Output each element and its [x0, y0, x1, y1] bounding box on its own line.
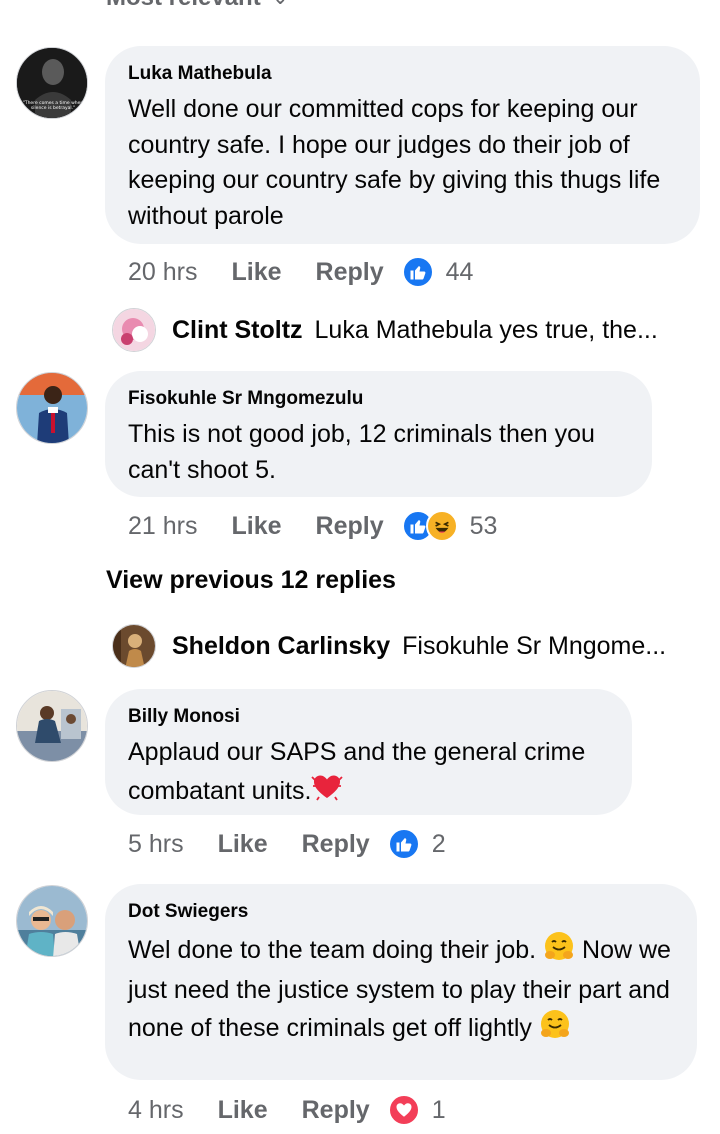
comment-text-part: Wel done to the team doing their job. [128, 935, 537, 964]
avatar[interactable] [16, 372, 88, 444]
like-button[interactable]: Like [231, 258, 281, 287]
heart-emoji-icon [311, 771, 344, 814]
svg-text:silence is betrayal.": silence is betrayal." [31, 105, 75, 111]
comment-actions: 4 hrs Like Reply 1 [128, 1092, 446, 1128]
comment-bubble: Billy Monosi Applaud our SAPS and the ge… [105, 689, 632, 815]
reply-author[interactable]: Clint Stoltz [172, 316, 303, 345]
reply-button[interactable]: Reply [316, 258, 384, 287]
haha-reaction-icon[interactable] [425, 510, 458, 542]
reply-preview[interactable]: Clint Stoltz Luka Mathebula yes true, th… [112, 306, 658, 354]
comment-author[interactable]: Dot Swiegers [128, 900, 673, 924]
avatar[interactable] [16, 690, 88, 762]
comment-bubble: Dot Swiegers Wel done to the team doing … [105, 884, 697, 1080]
comment-actions: 5 hrs Like Reply 2 [128, 826, 446, 862]
comment-text: This is not good job, 12 criminals then … [128, 420, 595, 484]
like-reaction-icon[interactable] [401, 256, 434, 288]
comment-text: Applaud our SAPS and the general crime c… [128, 738, 586, 805]
comment-bubble: Luka Mathebula Well done our committed c… [105, 46, 700, 244]
like-button[interactable]: Like [218, 830, 268, 859]
comment-author[interactable]: Billy Monosi [128, 705, 608, 729]
comment-time[interactable]: 20 hrs [128, 258, 197, 287]
comment-author[interactable]: Luka Mathebula [128, 62, 676, 86]
like-button[interactable]: Like [218, 1096, 268, 1125]
like-button[interactable]: Like [231, 512, 281, 541]
like-reaction-icon[interactable] [387, 828, 420, 860]
reaction-count[interactable]: 1 [432, 1096, 446, 1125]
avatar[interactable] [16, 885, 88, 957]
avatar[interactable]: "There comes a time when silence is betr… [16, 47, 88, 119]
view-previous-replies-link[interactable]: View previous 12 replies [106, 566, 396, 595]
love-reaction-icon[interactable] [387, 1094, 420, 1126]
reply-snippet: Fisokuhle Sr Mngome... [402, 631, 667, 660]
reply-button[interactable]: Reply [302, 1096, 370, 1125]
reaction-count[interactable]: 53 [470, 512, 498, 541]
hug-emoji-icon [543, 930, 575, 973]
sort-label: Most relevant [106, 0, 261, 12]
comment-text-wrapper: Applaud our SAPS and the general crime c… [128, 735, 608, 813]
reply-author[interactable]: Sheldon Carlinsky [172, 632, 390, 661]
reply-preview[interactable]: Sheldon Carlinsky Fisokuhle Sr Mngome... [112, 622, 666, 670]
comment-time[interactable]: 4 hrs [128, 1096, 184, 1125]
avatar[interactable] [112, 308, 156, 352]
reaction-count[interactable]: 44 [446, 258, 474, 287]
comment-time[interactable]: 5 hrs [128, 830, 184, 859]
comment-actions: 20 hrs Like Reply 44 [128, 254, 473, 290]
comment-text-wrapper: Wel done to the team doing their job. No… [128, 930, 673, 1051]
reply-button[interactable]: Reply [302, 830, 370, 859]
hug-emoji-icon [539, 1008, 571, 1051]
reaction-count[interactable]: 2 [432, 830, 446, 859]
avatar[interactable] [112, 624, 156, 668]
reply-button[interactable]: Reply [316, 512, 384, 541]
reply-snippet: Luka Mathebula yes true, the... [314, 315, 658, 344]
sort-dropdown[interactable]: Most relevant ⌄ [106, 0, 288, 12]
comment-text: Well done our committed cops for keeping… [128, 95, 661, 230]
comment-bubble: Fisokuhle Sr Mngomezulu This is not good… [105, 371, 652, 497]
comment-time[interactable]: 21 hrs [128, 512, 197, 541]
comment-actions: 21 hrs Like Reply 53 [128, 508, 497, 544]
chevron-down-icon: ⌄ [273, 0, 288, 9]
comment-author[interactable]: Fisokuhle Sr Mngomezulu [128, 387, 628, 411]
